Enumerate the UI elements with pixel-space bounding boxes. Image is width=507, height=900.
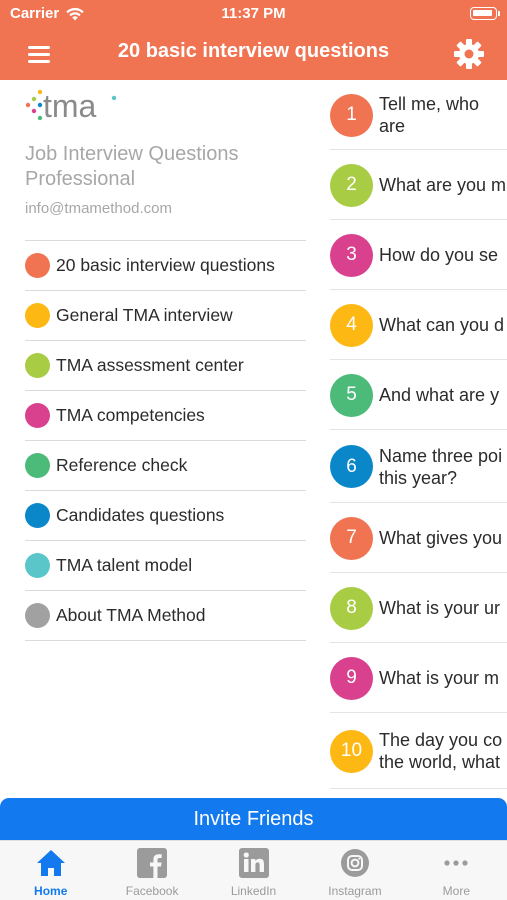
question-text: What can you d <box>379 315 505 335</box>
color-dot-icon <box>25 453 50 478</box>
facebook-icon <box>136 847 168 879</box>
drawer-menu-item[interactable]: TMA assessment center <box>25 341 306 391</box>
color-dot-icon <box>25 303 50 328</box>
question-row[interactable]: 1 Tell me, who are <box>330 80 507 150</box>
drawer-menu-item-label: General TMA interview <box>56 305 233 325</box>
app-name: Job Interview Questions Professional <box>25 143 239 190</box>
side-drawer: tma Job Interview Questions Professional… <box>0 80 330 798</box>
question-number-badge: 7 <box>330 516 373 560</box>
tab-linkedin[interactable]: LinkedIn <box>203 841 304 900</box>
drawer-menu-item[interactable]: General TMA interview <box>25 291 306 341</box>
hamburger-menu-button[interactable] <box>24 40 56 68</box>
invite-friends-button[interactable]: Invite Friends <box>0 798 507 840</box>
drawer-menu-item-label: TMA talent model <box>56 555 193 575</box>
nav-bar: 20 basic interview questions <box>0 28 507 80</box>
question-number-badge: 9 <box>330 656 373 700</box>
drawer-menu-item-label: TMA assessment center <box>56 355 244 375</box>
tab-home[interactable]: Home <box>0 841 101 900</box>
question-number-badge: 6 <box>330 445 373 488</box>
color-dot-icon <box>25 553 50 578</box>
drawer-menu-item-label: About TMA Method <box>56 605 206 625</box>
status-bar: Carrier 11:37 PM <box>0 0 507 28</box>
question-text: What is your ur <box>379 598 501 618</box>
question-number-badge: 10 <box>330 729 373 773</box>
tab-label: Instagram <box>328 884 382 898</box>
question-number-badge: 8 <box>330 586 373 630</box>
hamburger-line <box>28 60 50 63</box>
tab-instagram[interactable]: Instagram <box>304 841 405 900</box>
more-icon <box>440 847 472 879</box>
tab-label: Facebook <box>125 884 179 898</box>
drawer-menu-item[interactable]: TMA talent model <box>25 541 306 591</box>
drawer-menu-item[interactable]: Reference check <box>25 441 306 491</box>
question-text: Tell me, who are <box>379 94 480 136</box>
question-number-badge: 5 <box>330 373 373 417</box>
drawer-menu-item-label: TMA competencies <box>56 405 205 425</box>
home-icon <box>35 847 67 879</box>
tab-label: LinkedIn <box>230 884 277 898</box>
question-row[interactable]: 9 What is your m <box>330 643 507 713</box>
color-dot-icon <box>25 353 50 378</box>
hamburger-line <box>28 53 50 56</box>
question-number-badge: 3 <box>330 233 373 277</box>
question-row[interactable]: 2 What are you m <box>330 150 507 220</box>
tab-label: Home <box>34 884 68 898</box>
question-text: What gives you <box>379 528 503 548</box>
question-number-badge: 1 <box>330 93 373 137</box>
tab-more[interactable]: More <box>406 841 507 900</box>
logo-text: tma <box>43 88 97 124</box>
top-bar: Carrier 11:37 PM 20 basic interview ques… <box>0 0 507 80</box>
question-row[interactable]: 8 What is your ur <box>330 573 507 643</box>
drawer-menu-item[interactable]: 20 basic interview questions <box>25 241 306 291</box>
settings-button[interactable] <box>451 36 487 72</box>
status-time: 11:37 PM <box>221 5 286 22</box>
instagram-icon <box>339 847 371 879</box>
color-dot-icon <box>25 603 50 628</box>
gear-icon <box>454 39 484 69</box>
linkedin-icon <box>238 847 270 879</box>
question-row[interactable]: 6 Name three poi this year? <box>330 430 507 503</box>
color-dot-icon <box>25 403 50 428</box>
contact-email: info@tmamethod.com <box>25 200 172 217</box>
hamburger-line <box>28 46 50 49</box>
battery-icon <box>470 7 500 20</box>
drawer-menu-item[interactable]: About TMA Method <box>25 591 306 641</box>
drawer-menu-item-label: 20 basic interview questions <box>56 255 275 275</box>
question-text: The day you co the world, what <box>379 730 503 772</box>
question-number-badge: 4 <box>330 303 373 347</box>
color-dot-icon <box>25 253 50 278</box>
question-list: 1 Tell me, who are 2 What are you m 3 How do … <box>330 80 507 798</box>
question-row[interactable]: 4 What can you d <box>330 290 507 360</box>
drawer-menu-item[interactable]: TMA competencies <box>25 391 306 441</box>
tab-bar: Home Facebook LinkedIn Instagram More <box>0 840 507 900</box>
color-dot-icon <box>25 503 50 528</box>
tma-logo: tma <box>25 88 117 124</box>
drawer-menu-item-label: Reference check <box>56 455 188 475</box>
question-number-badge: 2 <box>330 163 373 207</box>
question-row[interactable]: 10 The day you co the world, what <box>330 713 507 789</box>
question-text: Name three poi this year? <box>379 445 503 488</box>
question-text: What is your m <box>379 668 500 688</box>
tab-label: More <box>442 884 470 898</box>
question-row[interactable]: 3 How do you se <box>330 220 507 290</box>
question-text: What are you m <box>379 175 507 195</box>
question-text: How do you se <box>379 245 499 265</box>
question-text: And what are y <box>379 385 500 405</box>
question-row[interactable]: 7 What gives you <box>330 503 507 573</box>
drawer-menu-item[interactable]: Candidates questions <box>25 491 306 541</box>
drawer-menu: 20 basic interview questions General TMA … <box>25 240 306 641</box>
page-title: 20 basic interview questions <box>117 40 390 62</box>
drawer-menu-item-label: Candidates questions <box>56 505 225 525</box>
tab-facebook[interactable]: Facebook <box>101 841 202 900</box>
question-row[interactable]: 5 And what are y <box>330 360 507 430</box>
